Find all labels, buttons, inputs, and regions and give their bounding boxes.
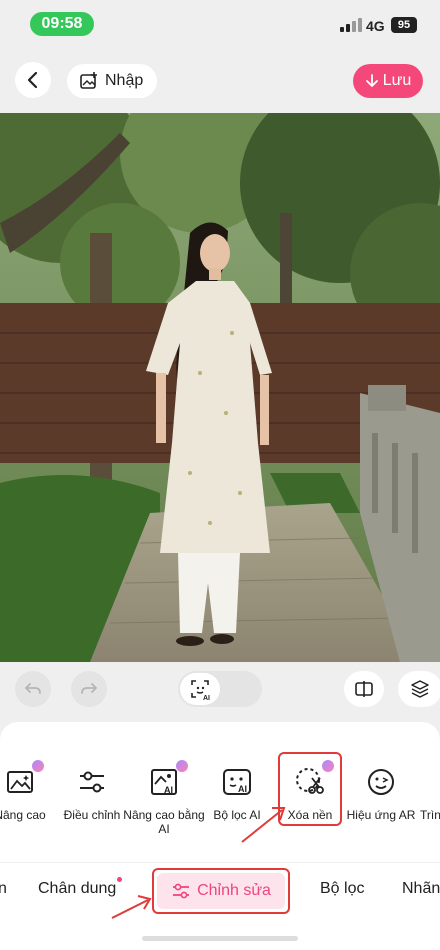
tool-more[interactable]: Trìn (414, 750, 440, 854)
tab-sticker[interactable]: Nhãn (402, 880, 440, 898)
top-bar: Nhập Lưu (0, 60, 440, 104)
edit-tools-panel: Nâng cao Điều chỉnh AI (0, 722, 440, 950)
portrait-photo (0, 113, 440, 662)
signal-icon (340, 18, 362, 32)
undo-icon (25, 683, 41, 694)
svg-text:AI: AI (164, 785, 173, 795)
layers-button[interactable] (398, 671, 440, 707)
network-type: 4G (366, 18, 385, 34)
svg-text:AI: AI (238, 784, 247, 794)
battery-icon: 95 (391, 17, 417, 33)
tool-row: Nâng cao Điều chỉnh AI (0, 750, 440, 854)
chevron-left-icon (27, 71, 38, 89)
layers-icon (411, 680, 429, 698)
tab-previous[interactable]: n (0, 880, 7, 898)
download-arrow-icon (365, 74, 378, 87)
ai-enhance-icon: AI (148, 760, 188, 798)
tool-label: Trìn (420, 808, 440, 822)
ai-face-icon: AI (180, 673, 220, 705)
add-image-icon (80, 72, 97, 89)
status-bar: 09:58 4G 95 (0, 0, 440, 48)
premium-badge-icon (32, 760, 44, 772)
tool-ai-filter[interactable]: AI Bộ lọc AI (199, 750, 275, 854)
svg-text:AI: AI (203, 695, 210, 701)
ar-effect-icon (365, 766, 397, 798)
back-button[interactable] (15, 62, 51, 98)
enhance-image-icon (4, 760, 44, 798)
tab-edit[interactable]: Chỉnh sửa (152, 868, 290, 914)
adjust-sliders-icon (76, 766, 108, 798)
premium-badge-icon (176, 760, 188, 772)
undo-button[interactable] (15, 671, 51, 707)
editor-control-row: AI (0, 666, 440, 712)
save-button[interactable]: Lưu (353, 64, 423, 98)
more-tool-icon (436, 766, 440, 798)
tool-enhance[interactable]: Nâng cao (0, 750, 58, 854)
home-indicator (142, 936, 298, 941)
redo-icon (81, 683, 97, 694)
compare-icon (355, 681, 373, 697)
redo-button[interactable] (71, 671, 107, 707)
tool-ar-effect[interactable]: Hiệu ứng AR (343, 750, 419, 854)
import-label: Nhập (105, 72, 144, 89)
tab-edit-label: Chỉnh sửa (197, 882, 271, 899)
divider (0, 862, 440, 863)
bottom-tab-bar: n Chân dung Chỉnh sửa Bộ lọc Nhãn (0, 868, 440, 914)
tab-portrait[interactable]: Chân dung (38, 880, 116, 898)
adjust-sliders-icon (173, 883, 190, 899)
compare-button[interactable] (344, 671, 384, 707)
ai-filter-icon: AI (221, 766, 253, 798)
photo-canvas[interactable] (0, 113, 440, 662)
notification-dot (117, 877, 122, 882)
tab-filter[interactable]: Bộ lọc (320, 880, 364, 898)
tool-adjust[interactable]: Điều chỉnh (54, 750, 130, 854)
import-button[interactable]: Nhập (67, 64, 158, 98)
status-time: 09:58 (30, 12, 94, 36)
ai-face-toggle[interactable]: AI (178, 671, 262, 707)
remove-background-highlight (278, 752, 342, 826)
save-label: Lưu (382, 72, 412, 89)
tool-ai-enhance[interactable]: AI Nâng cao bằng AI (123, 750, 205, 854)
